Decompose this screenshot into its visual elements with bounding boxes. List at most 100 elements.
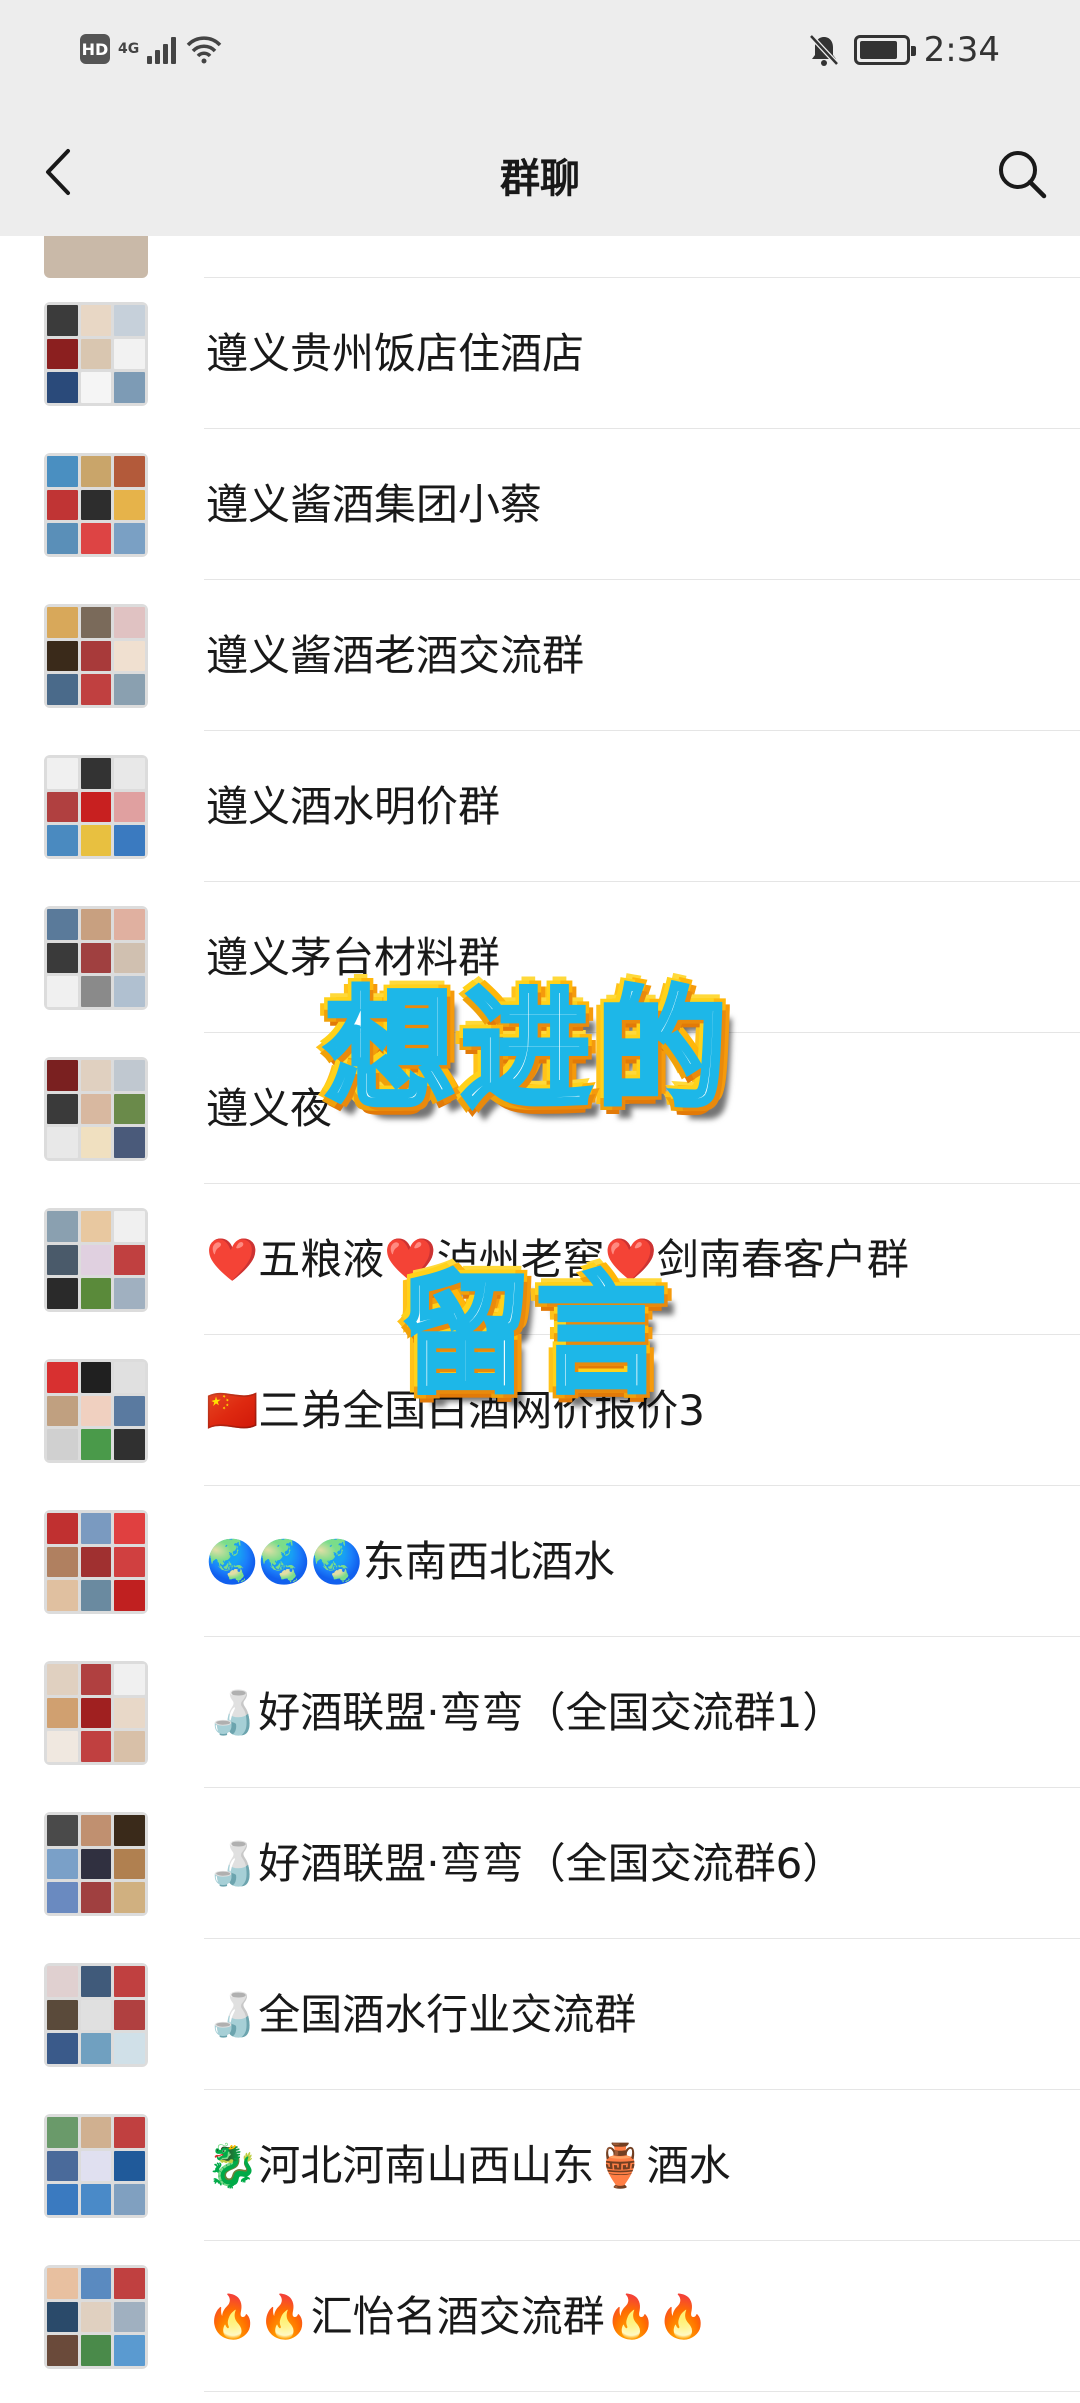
member-avatar-tile [47,338,78,370]
member-avatar-tile [80,976,112,1007]
member-avatar-tile [80,2335,112,2366]
member-avatar-tile [80,2184,112,2215]
group-list-item[interactable]: 🍶好酒联盟·弯弯（全国交流群1） [0,1637,1080,1788]
member-avatar-tile [80,1580,112,1611]
group-name: 🐉河北河南山西山东🏺酒水 [206,2141,731,2190]
group-avatar [44,2114,148,2218]
group-list-item[interactable]: 🐉河北河南山西山东🏺酒水 [0,2090,1080,2241]
group-list-item[interactable]: 🍶全国酒水行业交流群 [0,1939,1080,2090]
group-name: 遵义酒水明价群 [206,782,501,831]
member-avatar-tile [80,1966,112,1997]
search-icon [999,151,1047,199]
member-avatar-tile [114,791,145,823]
member-avatar-tile [114,1278,145,1309]
member-avatar-tile [114,489,145,521]
member-avatar-tile [47,2184,78,2215]
member-avatar-tile [80,909,112,940]
member-avatar-tile [47,2301,78,2333]
member-avatar-tile [80,523,112,554]
member-avatar-tile [47,791,78,823]
member-avatar-tile [80,2117,112,2148]
member-avatar-tile [47,372,78,403]
group-list-item[interactable]: 遵义酱酒老酒交流群 [0,580,1080,731]
member-avatar-tile [47,1848,78,1880]
group-name: 遵义酱酒集团小蔡 [206,480,543,529]
group-list-item[interactable]: 🔥🔥汇怡名酒交流群🔥🔥 [0,2241,1080,2392]
member-avatar-tile [47,1395,78,1427]
member-avatar-tile [47,1999,78,2031]
group-list-item[interactable]: 🌏🌏🌏东南西北酒水 [0,1486,1080,1637]
member-avatar-tile [80,1362,112,1393]
member-avatar-tile [114,1546,145,1578]
status-bar: HD 4G 2:34 [0,0,1080,108]
member-avatar-tile [80,1664,112,1695]
member-avatar-tile [47,909,78,940]
member-avatar-tile [47,1093,78,1125]
member-avatar-tile [80,1513,112,1544]
member-avatar-tile [114,372,145,403]
member-avatar-tile [47,489,78,521]
member-avatar-tile [47,1815,78,1846]
member-avatar-tile [47,1513,78,1544]
group-list-item[interactable]: 遵义酱酒集团小蔡 [0,429,1080,580]
member-avatar-tile [114,1513,145,1544]
member-avatar-tile [114,640,145,672]
member-avatar-tile [80,607,112,638]
group-name: 遵义夜 [206,1084,333,1133]
group-avatar [44,755,148,859]
group-avatar [44,604,148,708]
search-button[interactable] [992,144,1052,204]
group-avatar [44,1208,148,1312]
member-avatar-tile [114,1429,145,1460]
member-avatar-tile [80,1999,112,2031]
member-avatar-tile [47,2268,78,2299]
member-avatar-tile [80,1731,112,1762]
signal-icon [147,34,177,64]
member-avatar-tile [47,523,78,554]
group-list-item[interactable]: 遵义贵州饭店住酒店 [0,278,1080,429]
member-avatar-tile [80,825,112,856]
member-avatar-tile [47,1697,78,1729]
group-avatar [44,1812,148,1916]
member-avatar-tile [114,1999,145,2031]
member-avatar-tile [80,2301,112,2333]
member-avatar-tile [47,1362,78,1393]
overlay-text-line1: 想进的 [322,974,734,1126]
member-avatar-tile [80,674,112,705]
group-avatar [44,1359,148,1463]
status-time: 2:34 [923,30,1000,70]
group-avatar [44,453,148,557]
member-avatar-tile [47,2335,78,2366]
group-avatar [44,906,148,1010]
group-list-item[interactable]: 遵义酒水明价群 [0,731,1080,882]
member-avatar-tile [80,791,112,823]
member-avatar-tile [80,489,112,521]
member-avatar-tile [114,976,145,1007]
member-avatar-tile [114,674,145,705]
member-avatar-tile [114,1966,145,1997]
member-avatar-tile [80,1429,112,1460]
mute-bell-icon [808,34,839,66]
member-avatar-tile [114,1060,145,1091]
member-avatar-tile [114,942,145,974]
group-list-item[interactable]: 🍶好酒联盟·弯弯（全国交流群6） [0,1788,1080,1939]
member-avatar-tile [47,942,78,974]
member-avatar-tile [80,1697,112,1729]
member-avatar-tile [47,758,78,789]
wifi-icon [186,36,222,64]
member-avatar-tile [114,1093,145,1125]
member-avatar-tile [114,1211,145,1242]
member-avatar-tile [47,2150,78,2182]
member-avatar-tile [80,1060,112,1091]
member-avatar-tile [114,456,145,487]
group-name: 🍶好酒联盟·弯弯（全国交流群1） [206,1688,845,1737]
member-avatar-tile [114,825,145,856]
member-avatar-tile [47,1546,78,1578]
list-item-partial[interactable] [0,236,1080,278]
member-avatar-tile [114,523,145,554]
member-avatar-tile [80,1882,112,1913]
status-left: HD 4G [80,34,224,64]
member-avatar-tile [47,1882,78,1913]
group-avatar [44,1510,148,1614]
member-avatar-tile [47,976,78,1007]
